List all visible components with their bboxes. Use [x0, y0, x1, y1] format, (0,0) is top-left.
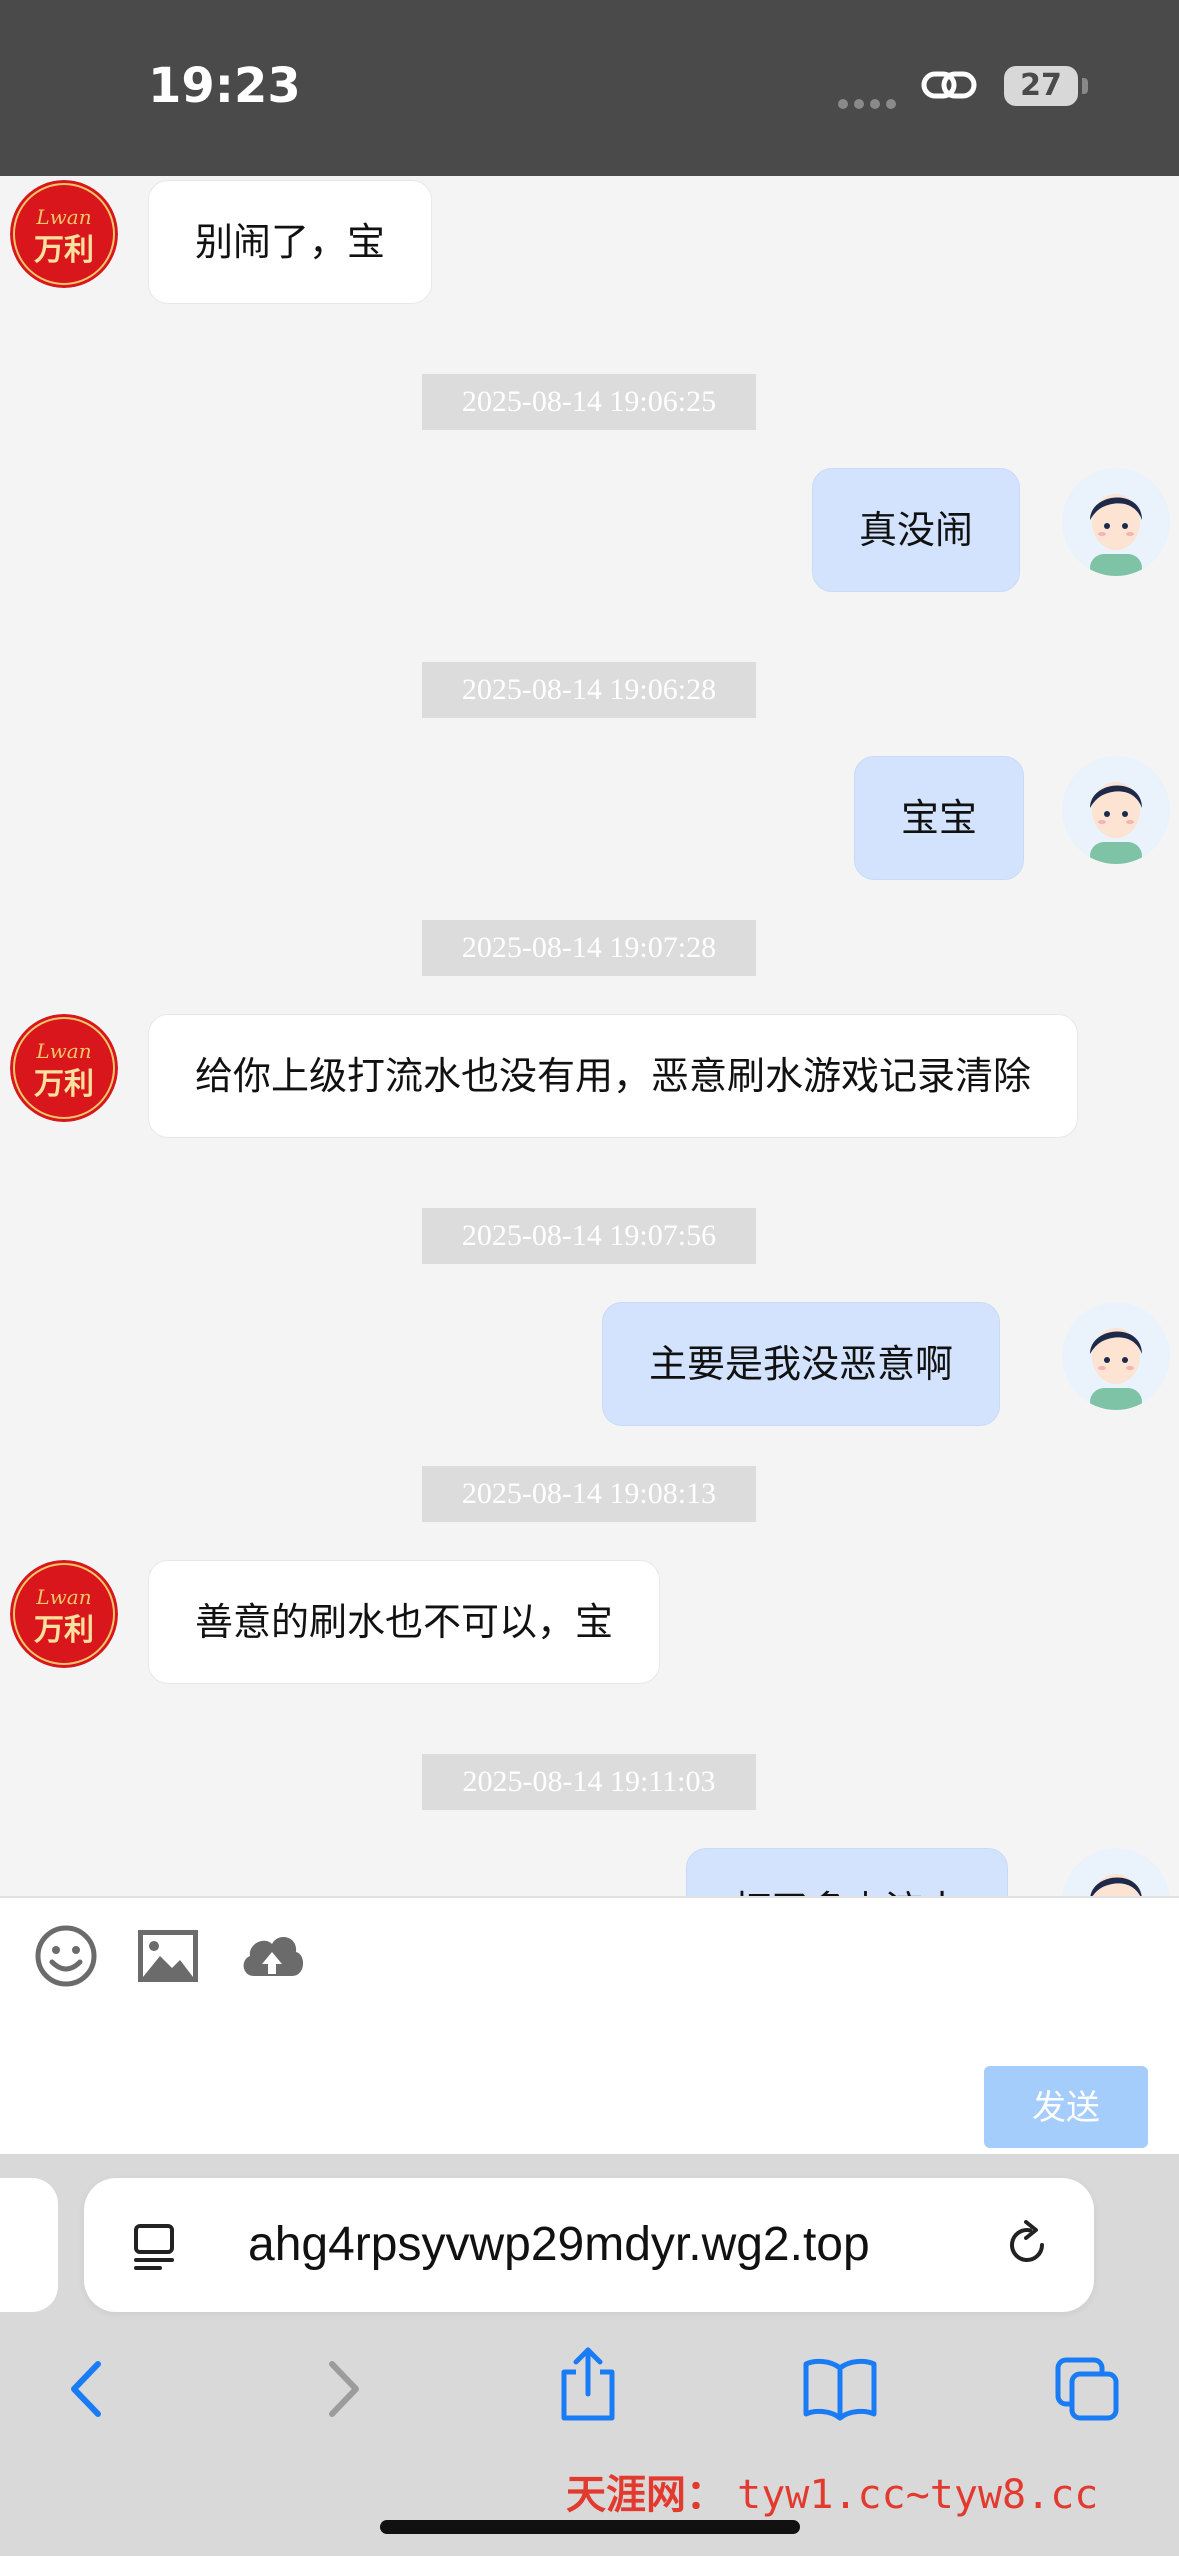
message-timestamp: 2025-08-14 19:07:28	[422, 920, 756, 976]
url-text[interactable]: ahg4rpsyvwp29mdyr.wg2.top	[248, 2178, 870, 2312]
message-timestamp: 2025-08-14 19:06:25	[422, 374, 756, 430]
agent-logo-script: Lwan	[35, 205, 91, 229]
message-timestamp: 2025-08-14 19:06:28	[422, 662, 756, 718]
send-button[interactable]: 发送	[984, 2066, 1148, 2148]
agent-avatar: Lwan 万利	[10, 1560, 118, 1668]
home-indicator	[380, 2520, 800, 2534]
agent-logo-text: 万利	[34, 1613, 94, 1648]
message-bubble[interactable]: 给你上级打流水也没有用，恶意刷水游戏记录清除	[148, 1014, 1079, 1138]
user-avatar	[1062, 1848, 1170, 1896]
page-menu-icon[interactable]	[132, 2222, 184, 2277]
user-avatar	[1062, 756, 1170, 864]
agent-logo-script: Lwan	[35, 1039, 91, 1063]
share-icon[interactable]	[554, 2344, 622, 2429]
agent-logo-text: 万利	[34, 1067, 94, 1102]
agent-avatar: Lwan 万利	[10, 180, 118, 288]
link-icon	[920, 68, 980, 109]
agent-avatar: Lwan 万利	[10, 1014, 118, 1122]
address-bar[interactable]: ahg4rpsyvwp29mdyr.wg2.top	[84, 2178, 1094, 2312]
message-timestamp: 2025-08-14 19:08:13	[422, 1466, 756, 1522]
bookmarks-icon[interactable]	[800, 2354, 880, 2429]
forward-icon[interactable]	[318, 2354, 368, 2429]
watermark: 天涯网： tyw1.cc~tyw8.cc	[566, 2462, 1098, 2520]
status-time: 19:23	[148, 58, 301, 114]
signal-icon	[838, 96, 902, 114]
agent-logo-text: 万利	[34, 233, 94, 268]
battery-tip	[1082, 78, 1088, 94]
agent-logo-script: Lwan	[35, 1585, 91, 1609]
message-bubble[interactable]: 打了多少流水	[686, 1848, 1009, 1896]
upload-cloud-icon[interactable]	[236, 1922, 308, 1995]
message-bubble[interactable]: 主要是我没恶意啊	[602, 1302, 1001, 1426]
watermark-name: 天涯网：	[566, 2471, 726, 2518]
previous-tab-peek[interactable]	[0, 2178, 58, 2312]
reload-icon[interactable]	[1000, 2218, 1054, 2277]
image-icon[interactable]	[134, 1922, 202, 1995]
emoji-icon[interactable]	[32, 1922, 100, 1995]
message-bubble[interactable]: 宝宝	[854, 756, 1025, 880]
status-bar: 19:23 27	[0, 0, 1179, 176]
message-bubble[interactable]: 真没闹	[812, 468, 1021, 592]
user-avatar	[1062, 1302, 1170, 1410]
back-icon[interactable]	[62, 2354, 112, 2429]
message-input-area[interactable]: 发送	[0, 1896, 1179, 2156]
message-timestamp: 2025-08-14 19:07:56	[422, 1208, 756, 1264]
tabs-icon[interactable]	[1052, 2354, 1124, 2431]
battery-icon: 27	[1004, 66, 1078, 106]
message-timestamp: 2025-08-14 19:11:03	[422, 1754, 756, 1810]
chat-area[interactable]: Lwan 万利 别闹了，宝 2025-08-14 19:06:25 真没闹 20…	[0, 176, 1179, 1896]
message-bubble[interactable]: 别闹了，宝	[148, 180, 433, 304]
user-avatar	[1062, 468, 1170, 576]
watermark-domains: tyw1.cc~tyw8.cc	[737, 2472, 1099, 2518]
message-bubble[interactable]: 善意的刷水也不可以，宝	[148, 1560, 661, 1684]
browser-toolbar: ahg4rpsyvwp29mdyr.wg2.top 天涯网： tyw1.cc~t…	[0, 2154, 1179, 2556]
